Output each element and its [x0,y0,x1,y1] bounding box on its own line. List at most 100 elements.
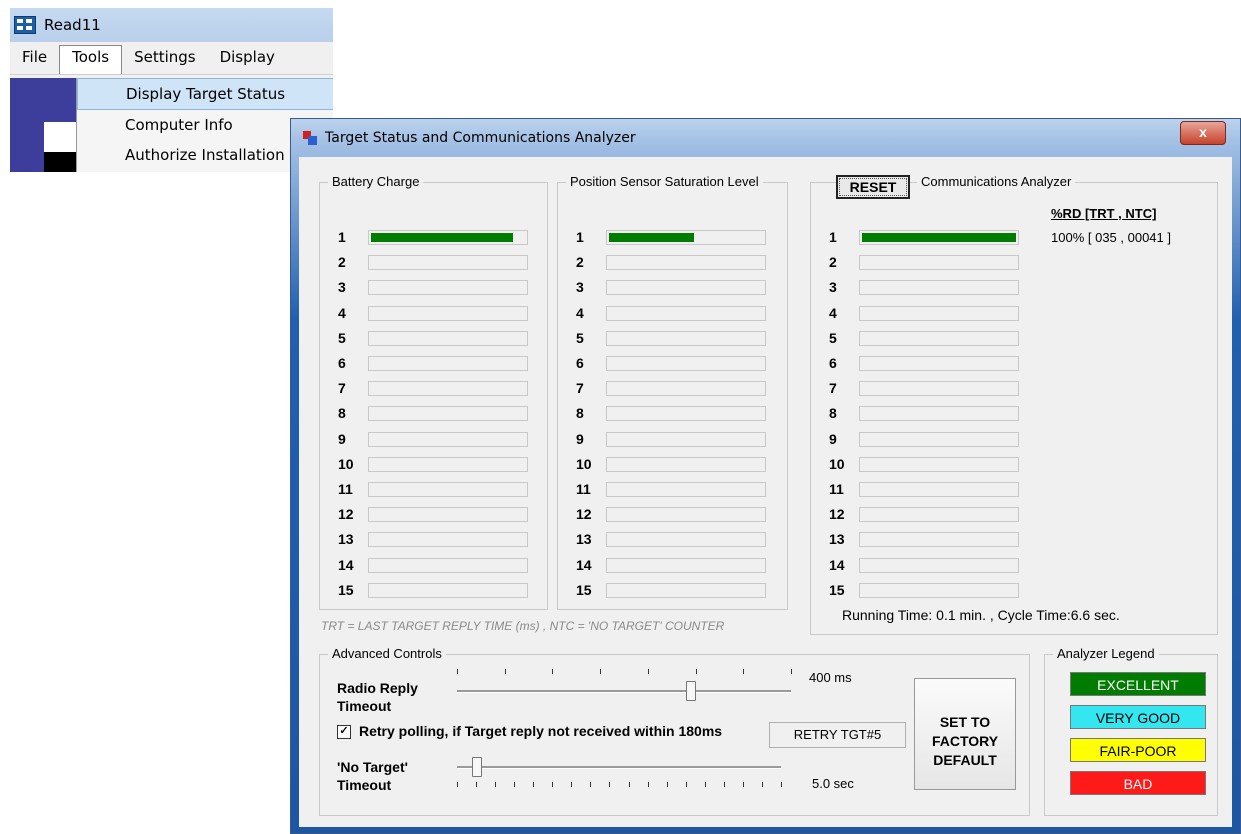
position-row-number: 10 [576,455,592,472]
battery-row: 5 [338,328,558,348]
battery-row: 12 [338,504,558,524]
no-target-label-line2: Timeout [337,777,392,793]
retry-polling-checkbox[interactable]: ✓ [337,725,351,739]
menu-settings[interactable]: Settings [122,46,208,74]
comm-row-number: 5 [829,329,837,346]
factory-line-1: SET TO [939,714,991,730]
comm-bar [859,356,1019,371]
communications-analyzer-label: Communications Analyzer [917,174,1076,189]
communications-analyzer-group: Communications Analyzer 1 2 3 4 5 6 7 8 9 10 11 12 1… [810,174,1218,635]
position-bar [606,507,766,523]
battery-bar [368,305,528,321]
comm-bar [859,557,1019,573]
slider-tick [743,669,744,674]
legend-fair-poor: FAIR-POOR [1070,738,1206,762]
battery-bar [368,406,528,422]
battery-row-number: 8 [338,405,346,422]
comm-row-number: 9 [829,430,837,447]
position-bar [606,582,766,598]
battery-row: 4 [338,303,558,323]
slider-tick [686,782,687,787]
battery-row: 2 [338,252,558,272]
background-window: Read11 File Tools Settings Display Displ… [10,8,333,172]
battery-bar [368,381,528,397]
battery-row: 8 [338,403,558,423]
set-factory-default-button[interactable]: SET TO FACTORY DEFAULT [914,678,1016,790]
factory-line-3: DEFAULT [933,752,997,768]
position-bar [606,255,766,271]
position-row-number: 3 [576,279,584,296]
position-row-number: 7 [576,380,584,397]
position-bar [606,305,766,321]
battery-row: 13 [338,529,558,549]
radio-reply-timeout-label: Radio Reply Timeout [337,679,418,715]
battery-row-number: 15 [338,581,354,598]
slider-tick [648,669,649,674]
close-button[interactable]: x [1180,121,1226,145]
comm-bar [859,381,1019,397]
battery-row: 10 [338,454,558,474]
slider-tick [514,782,515,787]
radio-reply-slider[interactable] [457,669,792,703]
battery-bar [368,507,528,523]
radio-slider-thumb[interactable] [686,681,696,701]
slider-tick [552,782,553,787]
slider-tick [791,669,792,674]
dialog-app-icon [303,131,317,145]
slider-tick [705,782,706,787]
menu-tools[interactable]: Tools [59,45,123,74]
comm-row-number: 13 [829,531,845,548]
menu-display[interactable]: Display [208,46,287,74]
slider-tick [457,782,458,787]
position-row-number: 14 [576,556,592,573]
retry-target-box: RETRY TGT#5 [769,722,906,748]
battery-row: 7 [338,378,558,398]
slider-tick [533,782,534,787]
comm-row: 1 [829,227,1049,247]
no-target-slider-thumb[interactable] [472,757,482,777]
background-window-title: Read11 [44,16,101,34]
comm-value: 100% [ 035 , 00041 ] [1051,230,1171,245]
radio-reply-label-line2: Timeout [337,698,392,714]
dialog-title: Target Status and Communications Analyze… [325,130,636,146]
battery-row-number: 14 [338,556,354,573]
comm-row: 3 [829,277,1049,297]
position-row-number: 12 [576,506,592,523]
slider-tick [590,782,591,787]
position-row: 11 [576,479,796,499]
position-bar [606,557,766,573]
comm-row: 13 [829,529,1049,549]
comm-row-number: 4 [829,304,837,321]
trt-ntc-note: TRT = LAST TARGET REPLY TIME (ms) , NTC … [321,619,725,633]
comm-row-number: 3 [829,279,837,296]
position-bar [606,330,766,346]
comm-row: 7 [829,378,1049,398]
comm-row: 10 [829,454,1049,474]
comm-bar [859,406,1019,422]
battery-row-number: 11 [338,481,353,497]
menu-bar: File Tools Settings Display [10,42,333,75]
position-row-number: 1 [576,229,584,245]
position-bar [606,230,766,245]
no-target-slider[interactable] [457,753,782,787]
comm-row-number: 8 [829,405,837,422]
app-icon [14,16,36,34]
battery-row-number: 9 [338,430,346,447]
reset-button[interactable]: RESET [836,175,910,199]
menu-file[interactable]: File [10,46,59,74]
battery-row-number: 5 [338,329,346,346]
comm-row: 9 [829,429,1049,449]
position-row: 6 [576,353,796,373]
dialog-titlebar: Target Status and Communications Analyze… [291,119,1240,157]
battery-bar [368,456,528,472]
battery-bar [368,431,528,447]
dialog-client-area: Battery Charge 1 2 3 4 5 6 7 8 9 10 11 12 13 14 15 Pos… [299,157,1232,827]
battery-bar [368,582,528,598]
menu-item-display-target-status[interactable]: Display Target Status [77,78,333,110]
radio-reply-label-line1: Radio Reply [337,680,418,696]
comm-row-number: 10 [829,455,845,472]
battery-row-number: 6 [338,355,346,371]
position-row-number: 2 [576,254,584,271]
comm-row-number: 11 [829,481,844,497]
position-row: 5 [576,328,796,348]
